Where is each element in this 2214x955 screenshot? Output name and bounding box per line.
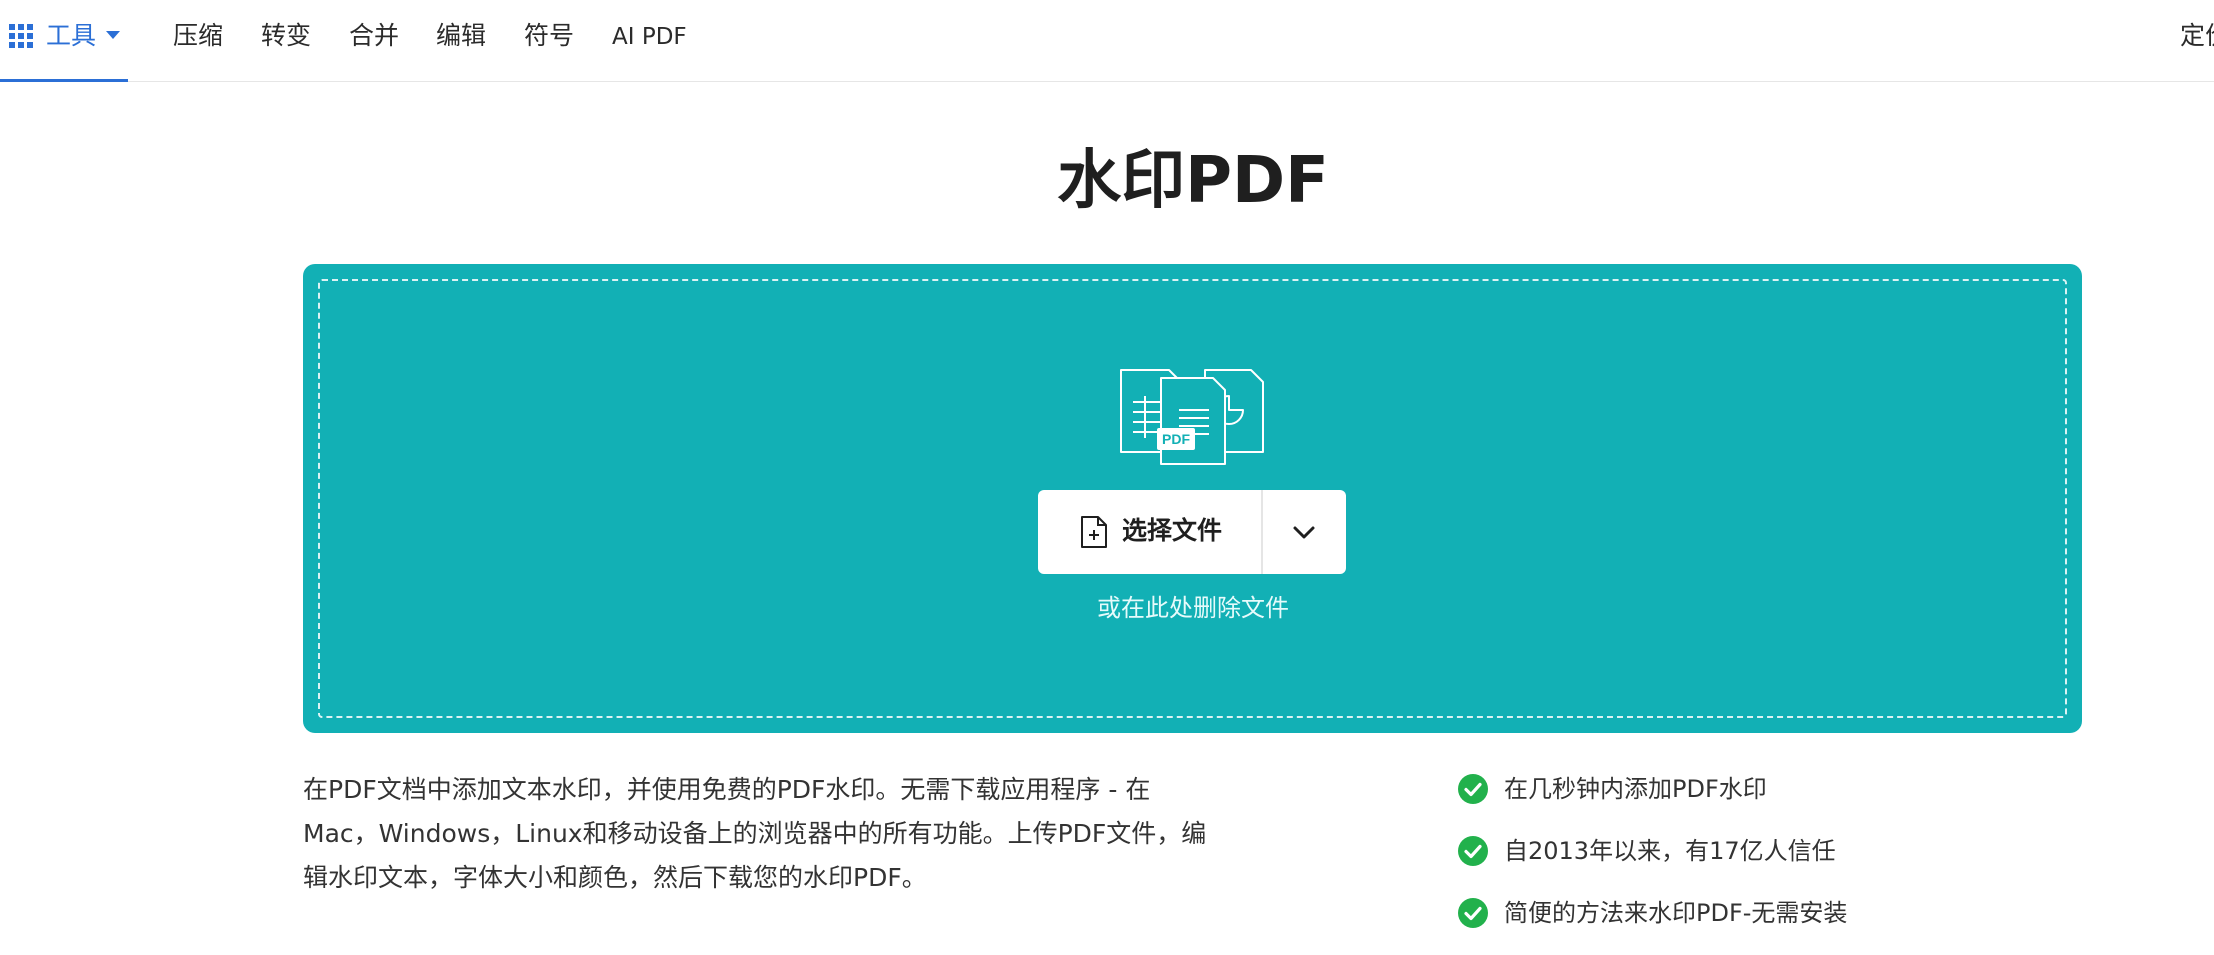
feature-item: 自2013年以来，有17亿人信任 (1458, 831, 2214, 893)
svg-text:PDF: PDF (1162, 431, 1190, 447)
page-title: 水印PDF (1057, 144, 1329, 218)
feature-label: 自2013年以来，有17亿人信任 (1504, 837, 1836, 865)
drop-hint-text: 或在此处删除文件 (1097, 594, 1289, 622)
upload-source-dropdown-button[interactable] (1263, 490, 1346, 574)
check-circle-icon (1458, 774, 1488, 804)
file-add-icon (1081, 516, 1107, 548)
caret-down-icon (106, 31, 120, 39)
select-file-group: 选择文件 (1038, 490, 1346, 574)
feature-item: 简便的方法来水印PDF-无需安装 (1458, 893, 2214, 955)
feature-label: 简便的方法来水印PDF-无需安装 (1504, 899, 1848, 927)
feature-item: 在几秒钟内添加PDF水印 (1458, 769, 2214, 831)
nav-item-edit[interactable]: 编辑 (436, 19, 486, 53)
tools-menu-button[interactable]: 工具 (0, 0, 128, 82)
chevron-down-icon (1293, 526, 1315, 539)
nav-item-convert[interactable]: 转变 (261, 19, 311, 53)
check-circle-icon (1458, 898, 1488, 928)
check-circle-icon (1458, 836, 1488, 866)
select-file-label: 选择文件 (1122, 516, 1223, 545)
select-file-button[interactable]: 选择文件 (1038, 490, 1261, 574)
nav-item-ai-pdf[interactable]: AI PDF (612, 20, 687, 54)
nav-item-pricing[interactable]: 定价 (2180, 19, 2214, 53)
nav-item-compress[interactable]: 压缩 (173, 19, 223, 53)
top-nav: 工具 压缩 转变 合并 编辑 符号 AI PDF 定价 (0, 0, 2214, 82)
grid-icon (9, 24, 33, 48)
nav-item-merge[interactable]: 合并 (349, 19, 399, 53)
tools-label: 工具 (46, 21, 97, 50)
tool-description: 在PDF文档中添加文本水印，并使用免费的PDF水印。无需下载应用程序 - 在 M… (303, 775, 1207, 892)
feature-list: 在几秒钟内添加PDF水印 自2013年以来，有17亿人信任 简便的方法来水印PD… (1458, 769, 2214, 955)
feature-label: 在几秒钟内添加PDF水印 (1504, 775, 1767, 803)
nav-item-sign[interactable]: 符号 (524, 19, 574, 53)
documents-illustration-icon: PDF (1120, 369, 1264, 465)
